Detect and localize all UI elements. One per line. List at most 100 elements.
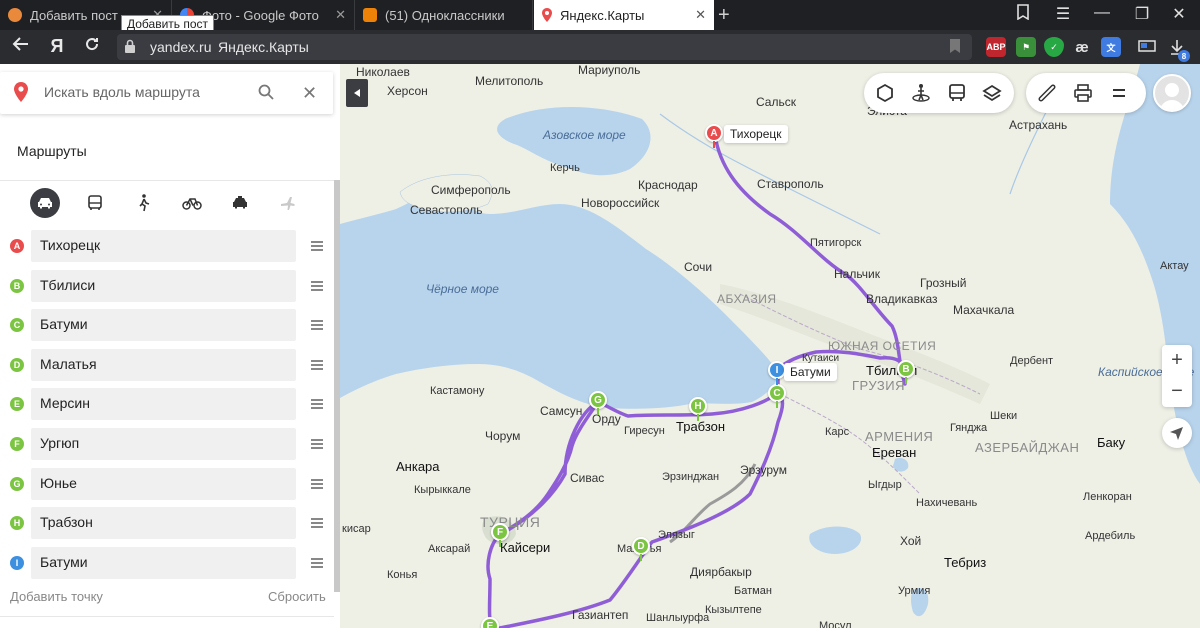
close-window-icon[interactable]: ✕ [1167,4,1191,24]
waypoint-letter-badge: G [10,476,24,491]
map-label: Сальск [756,95,796,109]
map-label: Нахичевань [916,497,978,509]
waypoint-field[interactable]: Тихорецк [31,230,296,262]
panorama-button[interactable] [910,83,932,103]
drag-handle-icon[interactable] [311,280,323,291]
mode-car-button[interactable] [30,188,60,218]
map-area[interactable]: Николаев Херсон Мелитополь Мариуполь Сал… [340,64,1200,628]
url-page-title: Яндекс.Карты [218,39,309,55]
tab-yandex-maps[interactable]: Яндекс.Карты ✕ [534,0,714,30]
menu-hamburger-icon[interactable]: ☰ [1051,4,1075,24]
route-pin-a[interactable]: A [705,124,723,148]
bookmark-icon[interactable] [950,39,960,53]
drag-handle-icon[interactable] [311,557,323,568]
bookmarks-panel-icon[interactable] [1011,4,1035,25]
route-pin-b[interactable]: B [897,360,915,384]
waypoint-row[interactable]: C Батуми [0,309,334,342]
minimize-icon[interactable]: — [1090,4,1114,22]
map-label: Херсон [387,84,428,98]
transport-layer-button[interactable] [946,83,968,103]
waypoint-row[interactable]: D Малатья [0,348,334,381]
route-search-input[interactable] [44,84,244,100]
waypoint-row[interactable]: B Тбилиси [0,269,334,302]
drag-handle-icon[interactable] [311,399,323,410]
waypoint-field[interactable]: Трабзон [31,507,296,540]
waypoint-letter-badge: A [10,239,24,253]
adblock-plus-icon[interactable]: ABP [986,37,1006,57]
map-label: Ставрополь [757,177,824,191]
collapse-sidebar-button[interactable] [346,79,368,107]
geolocation-button[interactable] [1162,418,1192,448]
waypoint-field[interactable]: Ургюп [31,428,296,460]
drag-handle-icon[interactable] [311,478,323,489]
map-label: Ардебиль [1085,530,1136,542]
mode-taxi-button[interactable] [225,188,255,218]
route-pin-f[interactable]: F [491,523,509,547]
waypoint-field[interactable]: Мерсин [31,388,296,421]
drag-handle-icon[interactable] [311,320,323,331]
ruler-button[interactable] [1036,83,1058,103]
url-bar[interactable]: yandex.ru Яндекс.Карты [117,34,972,60]
add-point-link[interactable]: Добавить точку [10,589,103,604]
waypoint-row[interactable]: E Мерсин [0,388,334,421]
drag-handle-icon[interactable] [311,241,323,251]
waypoint-field[interactable]: Батуми [31,309,296,342]
waypoint-row[interactable]: A Тихорецк [0,230,334,262]
tab-close-icon[interactable]: ✕ [335,7,346,23]
extension-puzzle-icon[interactable]: ⚑ [1016,37,1036,57]
print-button[interactable] [1072,83,1094,103]
zoom-in-button[interactable]: + [1162,345,1192,375]
map-label: Сочи [684,260,713,274]
new-tab-plus-icon[interactable]: + [718,4,730,27]
map-label: Кастамону [430,385,485,397]
map-menu-button[interactable] [1108,83,1130,103]
yandex-logo-icon[interactable]: Я [45,36,69,57]
route-pin-c[interactable]: C [768,384,786,408]
map-label: кисар [342,523,371,535]
mode-bus-button[interactable] [80,188,110,218]
tab-close-icon[interactable]: ✕ [695,7,706,23]
reset-link[interactable]: Сбросить [268,589,326,604]
translate-icon[interactable]: 文 [1101,37,1121,57]
traffic-button[interactable] [874,83,896,103]
drag-handle-icon[interactable] [311,359,323,370]
tab-odnoklassniki[interactable]: (51) Одноклассники [355,0,533,30]
drag-handle-icon[interactable] [311,439,323,449]
close-icon[interactable]: ✕ [302,83,317,104]
ae-extension-icon[interactable]: æ [1072,37,1092,57]
waypoint-field[interactable]: Малатья [31,348,296,381]
waypoint-field[interactable]: Тбилиси [31,269,296,302]
zoom-out-button[interactable]: − [1162,376,1192,406]
waypoint-row[interactable]: F Ургюп [0,428,334,460]
waypoint-field[interactable]: Батуми [31,546,296,579]
route-pin-e[interactable]: E [481,617,499,628]
map-label: Владикавказ [866,292,938,306]
map-label: Пятигорск [810,237,862,249]
reload-icon[interactable] [80,36,104,57]
route-pin-g[interactable]: G [589,391,607,415]
search-icon[interactable] [258,84,274,105]
back-arrow-icon[interactable] [8,36,32,57]
waypoint-letter-badge: H [10,516,24,531]
waypoint-row[interactable]: G Юнье [0,467,334,500]
waypoint-row[interactable]: H Трабзон [0,507,334,540]
waypoint-field[interactable]: Юнье [31,467,296,500]
user-avatar[interactable] [1153,74,1191,112]
drag-handle-icon[interactable] [311,518,323,529]
mode-walk-button[interactable] [129,188,159,218]
restore-window-icon[interactable]: ❐ [1130,4,1154,24]
map-label: Трабзон [676,419,726,434]
route-sidebar: ✕ Маршруты A Тихорецк B Тбилиси C Батуми D Мала… [0,64,340,628]
route-pin-d[interactable]: D [632,537,650,561]
map-label: Кырыккале [414,484,471,496]
map-label: Мосул [819,620,852,628]
mode-plane-button[interactable] [273,188,303,218]
route-pin-h[interactable]: H [689,397,707,421]
map-label: Севастополь [410,203,483,217]
waypoint-row[interactable]: I Батуми [0,546,334,579]
layers-button[interactable] [981,83,1003,103]
mode-bike-button[interactable] [177,188,207,218]
map-label: Николаев [356,65,410,79]
panorama-man-icon [912,84,930,102]
cast-icon[interactable] [1137,37,1157,57]
